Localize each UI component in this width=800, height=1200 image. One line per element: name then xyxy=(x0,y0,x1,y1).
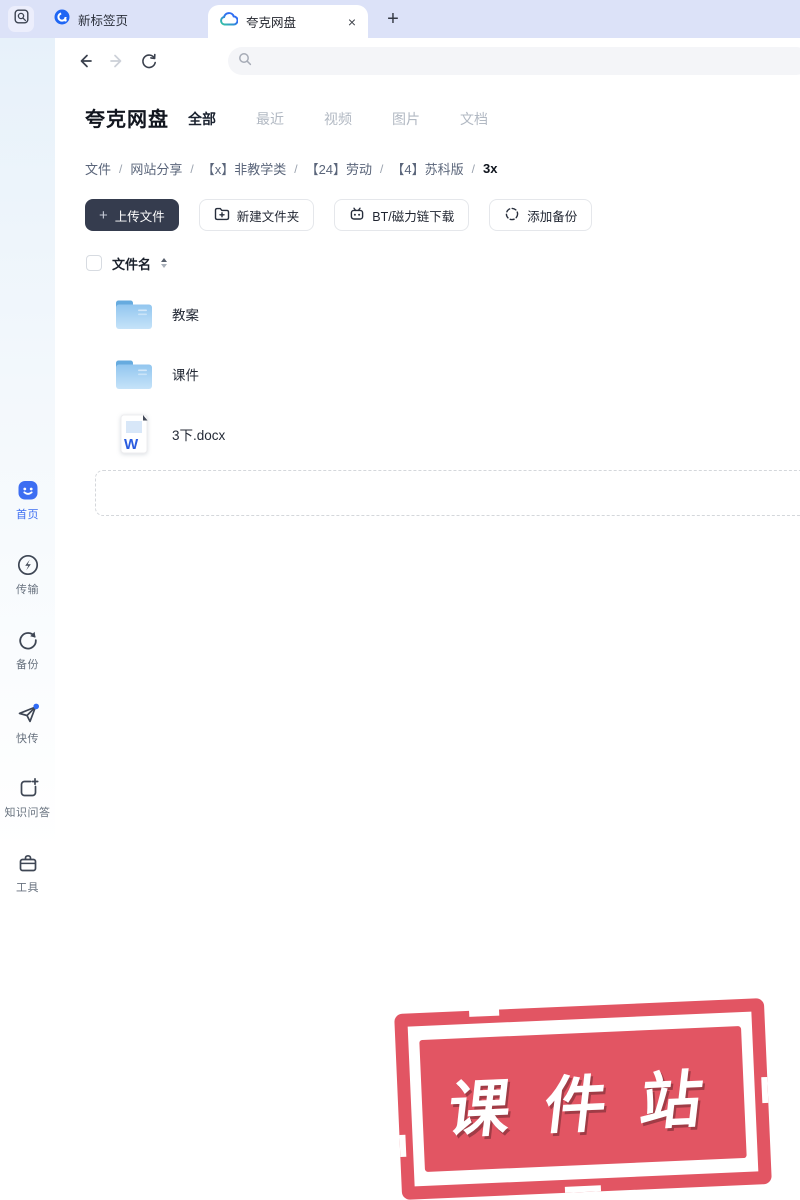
file-row[interactable]: 教案 xyxy=(85,284,800,344)
tab-new-tab-page[interactable]: 新标签页 xyxy=(44,0,138,38)
breadcrumb-separator: / xyxy=(119,162,122,176)
bt-download-label: BT/磁力链下载 xyxy=(372,206,454,225)
breadcrumb-separator: / xyxy=(472,162,475,176)
paper-plane-icon xyxy=(16,702,40,726)
upload-file-label: 上传文件 xyxy=(115,206,165,225)
stamp-text: 课件站 xyxy=(424,1047,742,1151)
sidebar-item-transfer[interactable]: 传输 xyxy=(0,553,55,597)
stamp-distress-mark xyxy=(565,1185,601,1193)
tab-videos[interactable]: 视频 xyxy=(324,109,352,129)
tab-quark-drive[interactable]: 夸克网盘 × xyxy=(208,5,368,38)
tab-title: 新标签页 xyxy=(78,10,128,29)
sidebar-item-tools[interactable]: 工具 xyxy=(0,851,55,895)
home-smiley-icon xyxy=(16,478,40,502)
tab-images[interactable]: 图片 xyxy=(392,109,420,129)
tab-search-icon xyxy=(14,9,29,29)
folder-icon xyxy=(112,356,156,392)
plus-icon: + xyxy=(99,208,108,223)
file-name[interactable]: 教案 xyxy=(172,304,199,324)
address-search-bar[interactable] xyxy=(228,47,800,75)
search-icon xyxy=(238,52,252,71)
toolbox-icon xyxy=(16,851,40,875)
sidebar-label: 知识问答 xyxy=(0,804,55,820)
folder-plus-icon xyxy=(214,206,230,224)
back-icon[interactable] xyxy=(76,52,94,70)
breadcrumb-separator: / xyxy=(380,162,383,176)
sidebar-label: 首页 xyxy=(0,506,55,522)
folder-icon xyxy=(112,296,156,332)
breadcrumb-item[interactable]: 【24】劳动 xyxy=(306,159,372,178)
sidebar xyxy=(0,38,55,1200)
breadcrumb-separator: / xyxy=(190,162,193,176)
browser-nav-bar xyxy=(55,38,800,84)
tab-recent[interactable]: 最近 xyxy=(256,109,284,129)
backup-circle-icon xyxy=(504,206,520,225)
bt-download-icon xyxy=(349,206,365,225)
sort-icon[interactable] xyxy=(161,258,167,268)
sidebar-item-backup[interactable]: 备份 xyxy=(0,628,55,672)
breadcrumb-item[interactable]: 【4】苏科版 xyxy=(391,159,463,178)
new-folder-button[interactable]: 新建文件夹 xyxy=(199,199,315,231)
sidebar-item-quick-send[interactable]: 快传 xyxy=(0,702,55,746)
sidebar-label: 快传 xyxy=(0,730,55,746)
new-tab-button[interactable]: + xyxy=(380,6,406,32)
backup-sync-icon xyxy=(16,628,40,652)
toolbar: + 上传文件 新建文件夹 BT/磁力链下载 添加备份 xyxy=(85,199,592,231)
file-row[interactable]: W 3下.docx xyxy=(85,404,800,464)
select-all-checkbox[interactable] xyxy=(86,255,102,271)
filename-column-header[interactable]: 文件名 xyxy=(112,254,151,273)
screen: 新标签页 夸克网盘 × + xyxy=(0,0,800,1200)
stamp-distress-mark xyxy=(469,1009,499,1017)
breadcrumb-item[interactable]: 文件 xyxy=(85,159,111,178)
word-document-icon: W xyxy=(112,412,156,456)
svg-text:W: W xyxy=(124,436,139,453)
browser-tab-bar: 新标签页 夸克网盘 × + xyxy=(0,0,800,38)
sidebar-item-knowledge-qa[interactable]: 知识问答 xyxy=(0,776,55,820)
sidebar-item-home[interactable]: 首页 xyxy=(0,478,55,522)
bt-magnet-download-button[interactable]: BT/磁力链下载 xyxy=(334,199,469,231)
tab-close-icon[interactable]: × xyxy=(348,15,356,29)
upload-dropzone[interactable] xyxy=(95,470,800,516)
sidebar-label: 传输 xyxy=(0,581,55,597)
add-backup-label: 添加备份 xyxy=(527,206,577,225)
tab-documents[interactable]: 文档 xyxy=(460,109,488,129)
file-list-header: 文件名 xyxy=(86,253,167,273)
filter-tabs: 全部 最近 视频 图片 文档 xyxy=(188,109,488,129)
page-title: 夸克网盘 xyxy=(85,103,169,132)
tab-search-button[interactable] xyxy=(8,6,34,32)
quark-logo-icon xyxy=(54,9,70,30)
sidebar-label: 工具 xyxy=(0,879,55,895)
stamp-watermark: 课件站 xyxy=(394,998,772,1200)
tab-title: 夸克网盘 xyxy=(246,12,340,31)
file-name[interactable]: 3下.docx xyxy=(172,424,225,444)
file-name[interactable]: 课件 xyxy=(172,364,199,384)
knowledge-add-icon xyxy=(16,776,40,800)
cloud-drive-icon xyxy=(220,12,238,31)
new-folder-label: 新建文件夹 xyxy=(237,206,300,225)
tab-all[interactable]: 全部 xyxy=(188,109,216,129)
upload-file-button[interactable]: + 上传文件 xyxy=(85,199,179,231)
stamp-background: 课件站 xyxy=(419,1026,746,1172)
transfer-icon xyxy=(16,553,40,577)
refresh-icon[interactable] xyxy=(140,52,158,70)
breadcrumb-item[interactable]: 【x】非教学类 xyxy=(202,159,287,178)
breadcrumb: 文件 / 网站分享 / 【x】非教学类 / 【24】劳动 / 【4】苏科版 / … xyxy=(85,159,497,178)
sidebar-label: 备份 xyxy=(0,656,55,672)
add-backup-button[interactable]: 添加备份 xyxy=(489,199,592,231)
breadcrumb-current: 3x xyxy=(483,161,497,176)
forward-icon[interactable] xyxy=(108,52,126,70)
stamp-distress-mark xyxy=(399,1135,406,1157)
stamp-distress-mark xyxy=(761,1077,768,1103)
breadcrumb-separator: / xyxy=(294,162,297,176)
breadcrumb-item[interactable]: 网站分享 xyxy=(130,159,182,178)
file-row[interactable]: 课件 xyxy=(85,344,800,404)
